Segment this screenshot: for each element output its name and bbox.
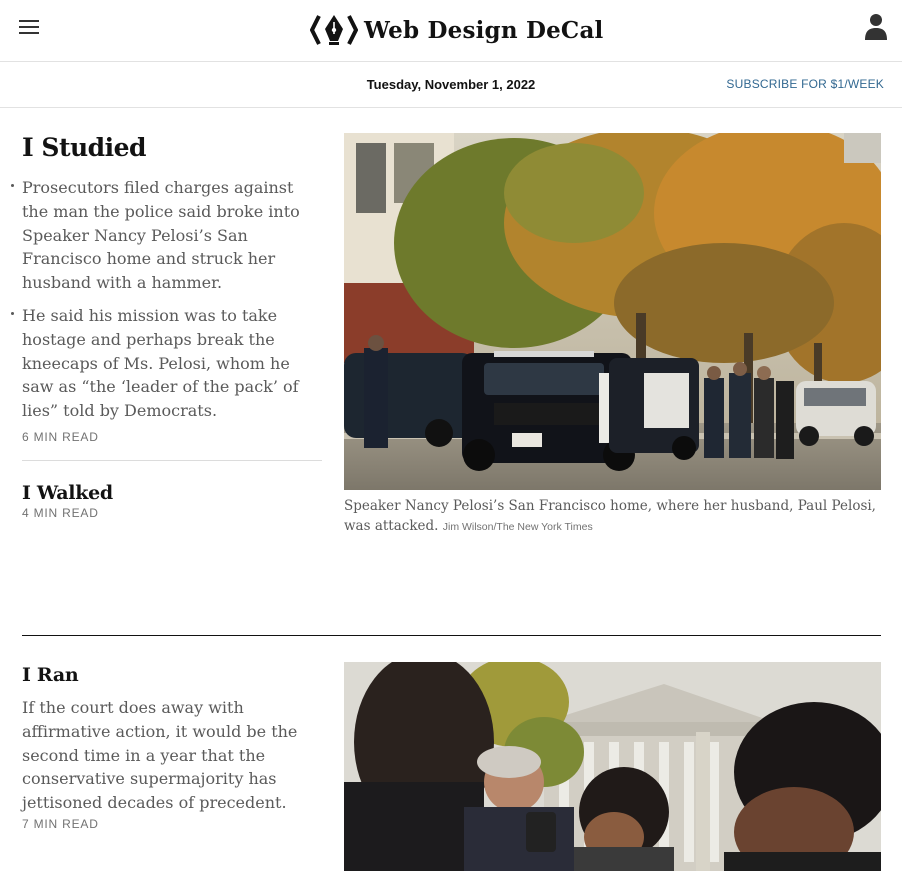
subscribe-link[interactable]: SUBSCRIBE FOR $1/WEEK: [726, 77, 884, 91]
story-divider: [22, 460, 322, 461]
photo-caption: Speaker Nancy Pelosi’s San Francisco hom…: [344, 496, 881, 537]
story-photo-pelosi-home[interactable]: [344, 133, 881, 490]
story-i-walked: I Walked 4 MIN READ: [22, 482, 322, 520]
caption-text: Speaker Nancy Pelosi’s San Francisco hom…: [344, 498, 876, 534]
story-i-studied: I Studied Prosecutors filed charges agai…: [11, 133, 322, 444]
photo-credit: Jim Wilson/The New York Times: [442, 521, 593, 533]
photo-street-scene: [344, 133, 881, 490]
read-time: 7 MIN READ: [22, 816, 99, 831]
section-divider: [22, 635, 881, 636]
masthead: Web Design DeCal: [0, 0, 902, 62]
story-headline[interactable]: I Walked: [22, 482, 322, 504]
story-bullet: Prosecutors filed charges against the ma…: [11, 176, 322, 295]
site-title: Web Design DeCal: [364, 16, 604, 44]
read-time: 4 MIN READ: [22, 506, 99, 520]
date-bar: Tuesday, November 1, 2022 SUBSCRIBE FOR …: [0, 62, 902, 108]
photo-supreme-court-scene: [344, 662, 881, 871]
story-summary: If the court does away with affirmative …: [22, 698, 298, 813]
hamburger-menu-icon[interactable]: [19, 20, 39, 36]
brand[interactable]: Web Design DeCal: [310, 10, 603, 50]
story-photo-supreme-court[interactable]: [344, 662, 881, 871]
user-account-icon[interactable]: [864, 13, 888, 41]
fountain-pen-code-icon: [310, 15, 358, 45]
story-bullet: He said his mission was to take hostage …: [11, 304, 322, 423]
story-bullets: Prosecutors filed charges against the ma…: [11, 176, 322, 423]
read-time: 6 MIN READ: [22, 429, 99, 444]
story-headline[interactable]: I Ran: [22, 664, 322, 686]
story-headline[interactable]: I Studied: [22, 133, 322, 162]
story-i-ran: I Ran If the court does away with affirm…: [22, 664, 322, 831]
